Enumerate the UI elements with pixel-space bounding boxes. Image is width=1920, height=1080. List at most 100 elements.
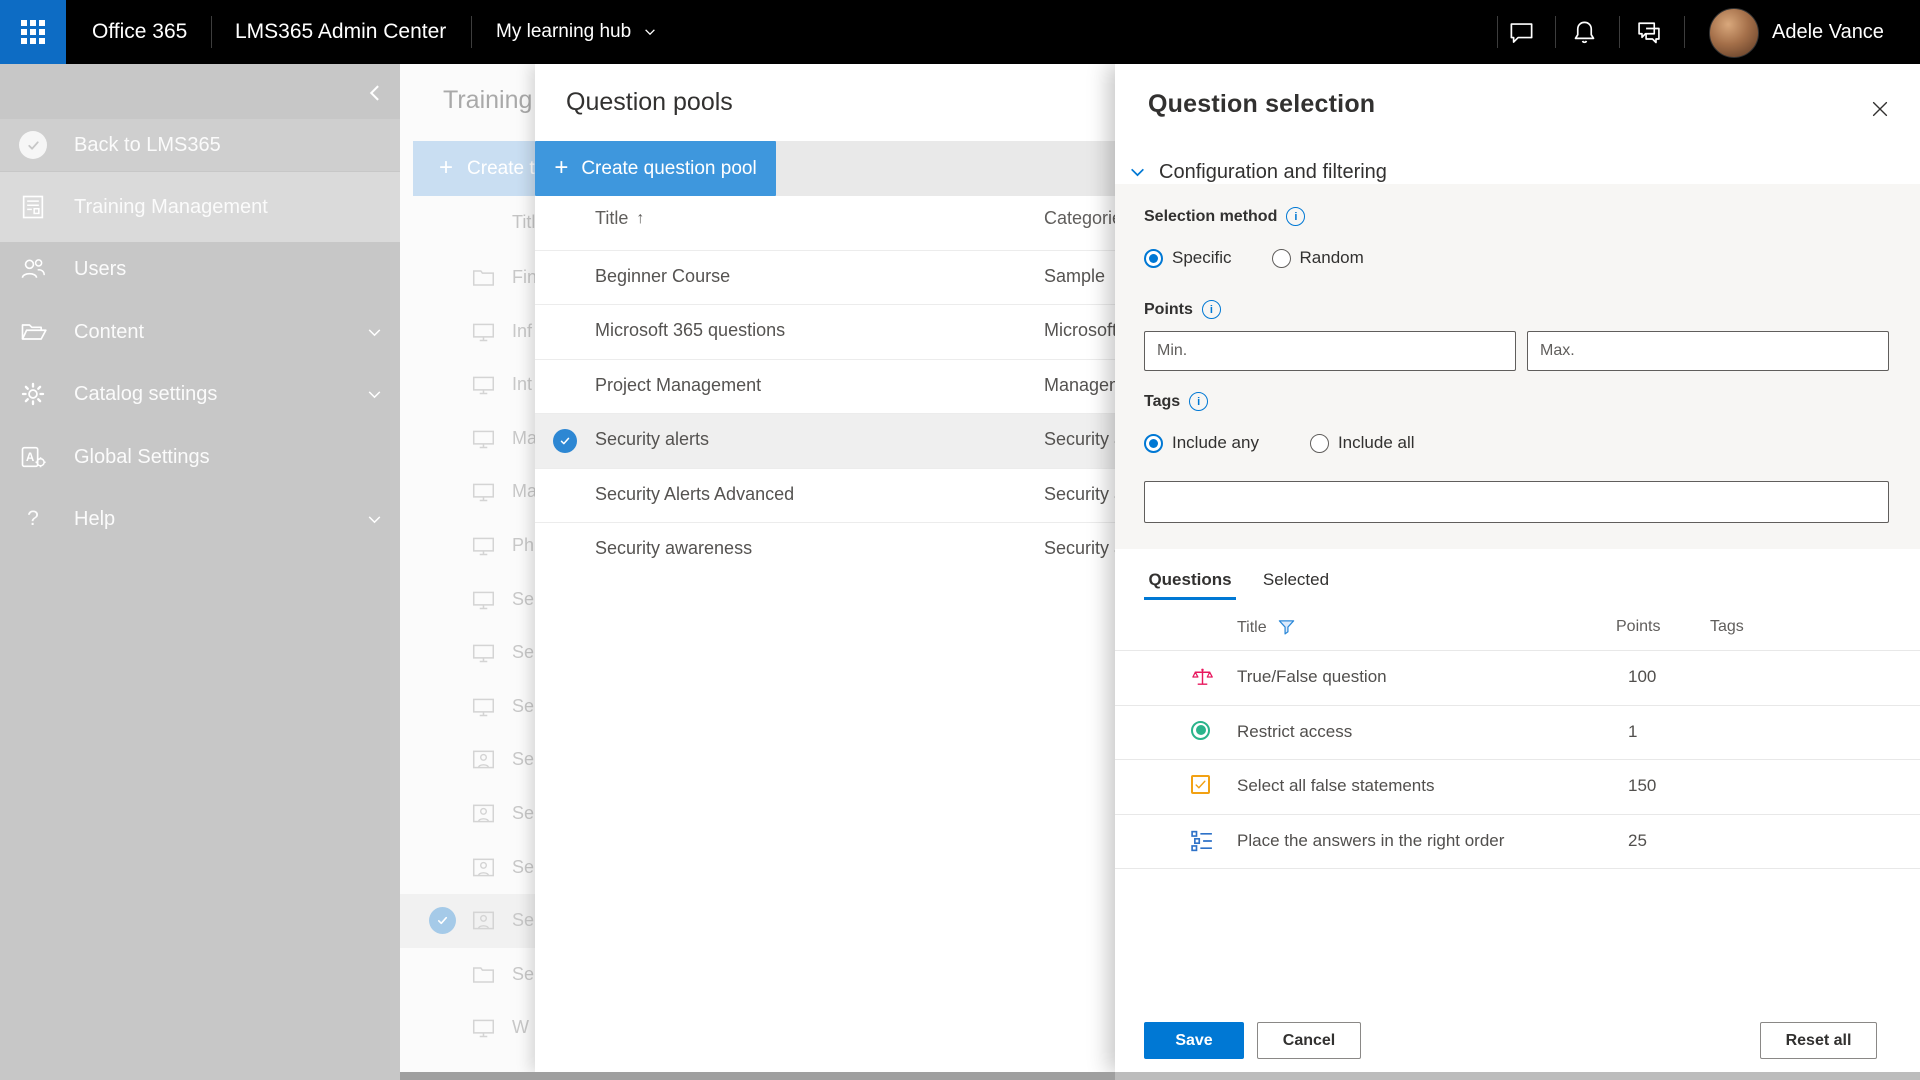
- feedback-button[interactable]: [1499, 0, 1543, 64]
- question-points: 1: [1628, 722, 1637, 742]
- horizontal-scrollbar[interactable]: [1115, 1072, 1920, 1080]
- selection-method-label: Selection method: [1144, 207, 1305, 226]
- row-label: Se: [512, 803, 534, 824]
- row-label: Int: [512, 374, 532, 395]
- hub-menu-button[interactable]: My learning hub: [496, 0, 657, 64]
- create-question-pool-label: Create question pool: [581, 158, 756, 180]
- user-name[interactable]: Adele Vance: [1772, 0, 1884, 64]
- background-list-row: Se: [400, 841, 535, 895]
- close-button[interactable]: [1863, 92, 1897, 126]
- sidebar-item-catalog-settings[interactable]: Catalog settings: [0, 363, 400, 425]
- user-avatar[interactable]: [1709, 8, 1759, 58]
- background-list-row: Se: [400, 626, 535, 680]
- radio-specific-label[interactable]: Specific: [1172, 248, 1232, 268]
- tab-selected[interactable]: Selected: [1261, 563, 1331, 600]
- question-pools-title: Question pools: [566, 88, 733, 117]
- radio-include-any-label[interactable]: Include any: [1172, 433, 1259, 453]
- row-label: Se: [512, 910, 534, 931]
- row-type-icon: [470, 479, 497, 505]
- sidebar-item-content[interactable]: Content: [0, 301, 400, 363]
- info-icon[interactable]: [1189, 392, 1208, 411]
- background-list-row: Se: [400, 787, 535, 841]
- question-pool-row[interactable]: Security awareness Security aw: [535, 522, 1115, 577]
- sidebar-collapse-button[interactable]: [360, 78, 390, 108]
- topbar-divider: [471, 16, 472, 48]
- row-type-icon: [470, 372, 497, 398]
- radio-include-any[interactable]: [1144, 434, 1163, 453]
- configuration-section-label: Configuration and filtering: [1159, 161, 1387, 184]
- topbar-divider: [1555, 16, 1556, 48]
- sidebar-item-global-settings[interactable]: A Global Settings: [0, 426, 400, 488]
- row-type-icon: [470, 855, 497, 881]
- sidebar-item-help[interactable]: ? Help: [0, 488, 400, 550]
- row-label: Ma: [512, 481, 535, 502]
- brand-office365[interactable]: Office 365: [92, 0, 187, 64]
- column-header-categories[interactable]: Categories: [1044, 208, 1115, 229]
- row-type-icon: [470, 587, 497, 613]
- sidebar-item-back-to-lms365[interactable]: Back to LMS365: [0, 119, 400, 171]
- people-icon: [18, 254, 48, 284]
- question-row[interactable]: Select all false statements 150: [1115, 759, 1920, 814]
- question-pool-row[interactable]: Project Management Managem: [535, 359, 1115, 414]
- radio-random-label[interactable]: Random: [1300, 248, 1364, 268]
- conversations-button[interactable]: [1627, 0, 1671, 64]
- column-header-title[interactable]: Title: [1237, 618, 1296, 637]
- plus-icon: [554, 156, 568, 181]
- question-pool-row[interactable]: Security Alerts Advanced Security aw: [535, 468, 1115, 523]
- column-header-points[interactable]: Points: [1616, 618, 1660, 636]
- question-title: Place the answers in the right order: [1237, 831, 1504, 851]
- reset-all-button[interactable]: Reset all: [1760, 1022, 1877, 1059]
- admin-center-title[interactable]: LMS365 Admin Center: [235, 0, 446, 64]
- pool-category: Sample: [1044, 266, 1115, 287]
- question-pool-row[interactable]: Microsoft 365 questions Microsoft: [535, 304, 1115, 359]
- question-pool-row[interactable]: Security alerts Security aw: [535, 413, 1115, 468]
- topbar-divider: [1684, 16, 1685, 48]
- horizontal-scrollbar[interactable]: [400, 1072, 1115, 1080]
- app-launcher-button[interactable]: [0, 0, 66, 64]
- background-list-row: Ma: [400, 412, 535, 466]
- row-type-icon: [470, 640, 497, 666]
- points-max-input[interactable]: [1527, 331, 1889, 371]
- question-pool-row[interactable]: Beginner Course Sample: [535, 250, 1115, 305]
- question-selection-panel: Question selection Configuration and fil…: [1115, 64, 1920, 1072]
- tab-questions[interactable]: Questions: [1144, 563, 1236, 600]
- sidebar-item-users[interactable]: Users: [0, 238, 400, 300]
- cancel-button[interactable]: Cancel: [1257, 1022, 1361, 1059]
- row-label: Ph: [512, 535, 534, 556]
- row-label: Se: [512, 857, 534, 878]
- question-row[interactable]: Restrict access 1: [1115, 705, 1920, 760]
- row-type-icon: [470, 747, 497, 773]
- question-row[interactable]: Place the answers in the right order 25: [1115, 814, 1920, 870]
- sort-ascending-icon: ↑: [636, 210, 644, 228]
- sidebar-item-training-management[interactable]: Training Management: [0, 172, 400, 242]
- question-row[interactable]: True/False question 100: [1115, 650, 1920, 705]
- question-mark-icon: ?: [18, 504, 48, 534]
- question-title: Restrict access: [1237, 722, 1352, 742]
- points-min-input[interactable]: [1144, 331, 1516, 371]
- background-list-row: W: [400, 1001, 535, 1055]
- column-title-label: Title: [1237, 619, 1267, 637]
- pool-title: Security awareness: [595, 538, 752, 559]
- notifications-button[interactable]: [1562, 0, 1606, 64]
- chevron-left-icon: [365, 83, 385, 103]
- radio-include-all-label[interactable]: Include all: [1338, 433, 1415, 453]
- save-button[interactable]: Save: [1144, 1022, 1244, 1059]
- info-icon[interactable]: [1202, 300, 1221, 319]
- radio-random[interactable]: [1272, 249, 1291, 268]
- question-type-icon: [1191, 830, 1214, 853]
- row-type-icon: [470, 265, 497, 291]
- background-list-row: Se: [400, 948, 535, 1002]
- radio-specific[interactable]: [1144, 249, 1163, 268]
- create-question-pool-button[interactable]: Create question pool: [535, 141, 776, 196]
- background-list-row: Se: [400, 894, 535, 948]
- column-title-label: Title: [595, 208, 628, 229]
- tags-input[interactable]: [1144, 481, 1889, 523]
- selection-method-options: Specific Random: [1144, 248, 1364, 268]
- info-icon[interactable]: [1286, 207, 1305, 226]
- document-icon: [18, 192, 48, 222]
- question-pools-panel: Question pools Create question pool Titl…: [535, 64, 1115, 1072]
- column-header-title[interactable]: Title ↑: [595, 208, 644, 229]
- radio-include-all[interactable]: [1310, 434, 1329, 453]
- points-text: Points: [1144, 301, 1193, 319]
- column-header-tags[interactable]: Tags: [1710, 618, 1744, 636]
